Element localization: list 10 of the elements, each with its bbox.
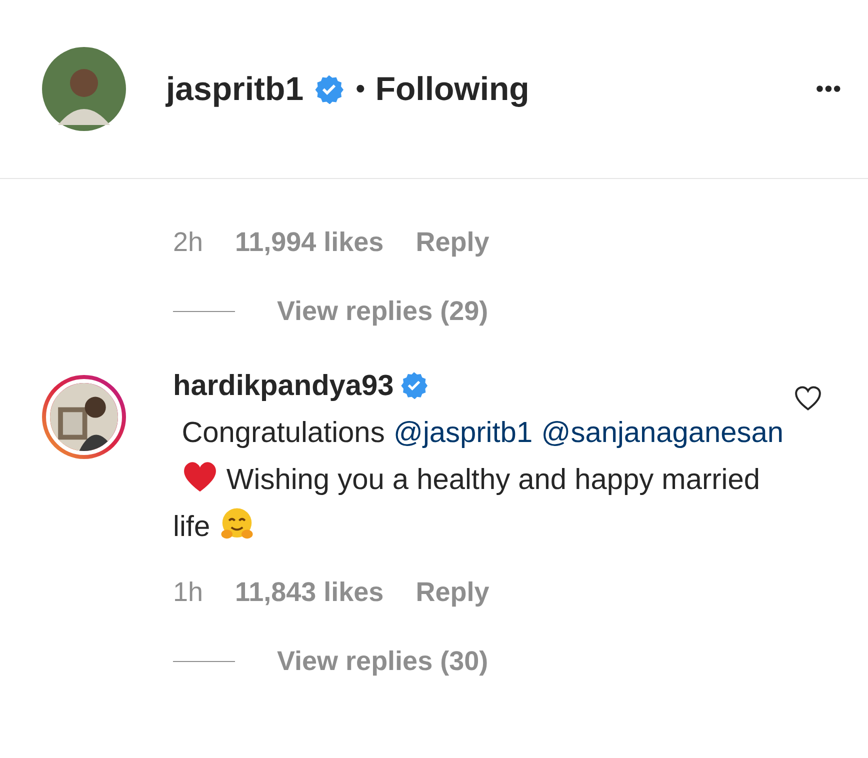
comment-time: 2h <box>173 227 204 258</box>
username-link[interactable]: hardikpandya93 <box>173 370 394 402</box>
separator-dot: • <box>356 73 366 105</box>
like-heart-icon[interactable] <box>793 383 823 413</box>
following-button[interactable]: Following <box>375 70 530 108</box>
username-link[interactable]: jaspritb1 <box>166 70 304 108</box>
comment-time: 1h <box>173 577 204 608</box>
more-options-button[interactable]: ••• <box>816 76 842 102</box>
mention-link[interactable]: @jaspritb1 <box>394 417 533 449</box>
mention-link[interactable]: @sanjanaganesan <box>541 417 784 449</box>
